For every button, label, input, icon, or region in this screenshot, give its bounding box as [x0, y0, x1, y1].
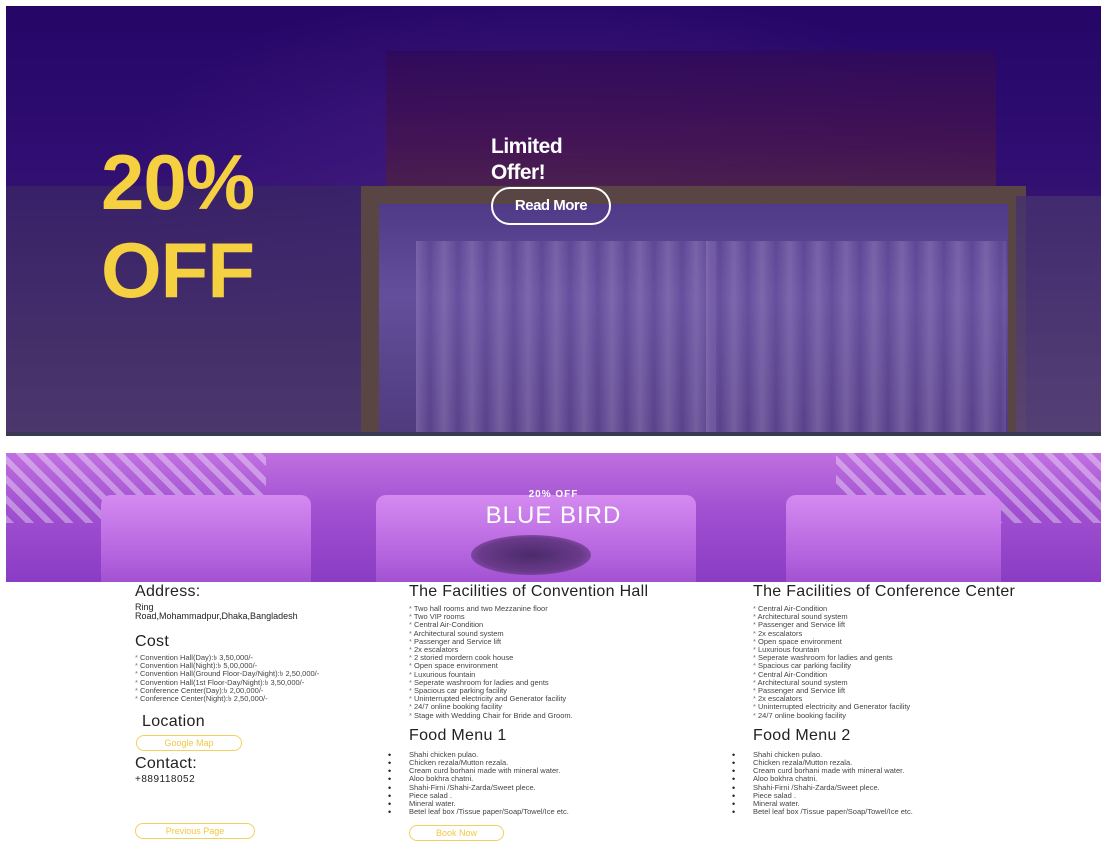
facility-item: Passenger and Service lift: [753, 686, 1083, 695]
contact-heading: Contact:: [135, 755, 197, 773]
address-line2: Road,Mohammadpur,Dhaka,Bangladesh: [135, 611, 298, 621]
food-menu-1-heading: Food Menu 1: [409, 726, 507, 744]
read-more-button[interactable]: Read More: [491, 187, 611, 225]
food-item: Shahi-Firni /Shahi-Zarda/Sweet plece.: [388, 783, 729, 792]
food-item: Betel leaf box /Tissue paper/Soap/Towel/…: [388, 808, 729, 817]
food-menu-2-heading: Food Menu 2: [753, 726, 851, 744]
hero-discount-off: OFF: [101, 226, 255, 314]
facility-item: 24/7 online booking facility: [753, 711, 1083, 720]
food-menu-1-list: Shahi chicken pulao. Chicken rezala/Mutt…: [388, 750, 729, 817]
food-item: Piece salad .: [388, 791, 729, 800]
cost-item: Conference Center(Night):৳ 2,50,000/-: [135, 694, 395, 703]
food-item: Shahi-Firni /Shahi-Zarda/Sweet plece.: [732, 783, 1083, 792]
hero-offer-line1: Limited: [491, 135, 563, 158]
convention-facilities-list: Two hall rooms and two Mezzanine floor T…: [409, 604, 729, 720]
contact-phone: +889118052: [135, 774, 196, 786]
venue-info-column: Address: Ring Road,Mohammadpur,Dhaka,Ban…: [135, 583, 395, 840]
previous-page-button[interactable]: Previous Page: [135, 823, 255, 840]
conference-facilities-list: Central Air-Condition Architectural soun…: [753, 604, 1083, 720]
hero-discount-percent: 20%: [101, 138, 255, 226]
food-menu-2-list: Shahi chicken pulao. Chicken rezala/Mutt…: [732, 750, 1083, 817]
address-heading: Address:: [135, 583, 201, 600]
address-text: Ring Road,Mohammadpur,Dhaka,Bangladesh: [135, 603, 395, 621]
conference-center-column: The Facilities of Conference Center Cent…: [732, 583, 1083, 817]
conference-facilities-heading: The Facilities of Conference Center: [753, 583, 1016, 600]
convention-hall-column: The Facilities of Convention Hall Two ha…: [388, 583, 729, 842]
banner-discount-label: 20% OFF: [528, 489, 579, 500]
book-now-button[interactable]: Book Now: [409, 825, 504, 842]
hero-bottom-divider: [6, 432, 1101, 436]
facility-item: Passenger and Service lift: [753, 621, 1083, 629]
banner-flower-arrangement: [471, 535, 591, 575]
hero-offer-text: Limited Offer!: [491, 134, 611, 186]
hero-discount: 20% OFF: [101, 138, 341, 314]
venue-banner: 20% OFF BLUE BIRD: [6, 453, 1101, 582]
google-map-button[interactable]: Google Map: [136, 735, 242, 752]
location-heading: Location: [142, 713, 205, 731]
cost-heading: Cost: [135, 633, 170, 650]
cost-list: Convention Hall(Day):৳ 3,50,000/- Conven…: [135, 653, 395, 703]
venue-title: BLUE BIRD: [485, 502, 622, 529]
facility-item: Stage with Wedding Chair for Bride and G…: [409, 711, 729, 720]
food-item: Piece salad .: [732, 791, 1083, 800]
convention-facilities-heading: The Facilities of Convention Hall: [409, 583, 649, 600]
hero-banner: 20% OFF Limited Offer! Read More: [6, 6, 1101, 436]
food-item: Betel leaf box /Tissue paper/Soap/Towel/…: [732, 808, 1083, 817]
hero-offer-line2: Offer!: [491, 161, 546, 184]
